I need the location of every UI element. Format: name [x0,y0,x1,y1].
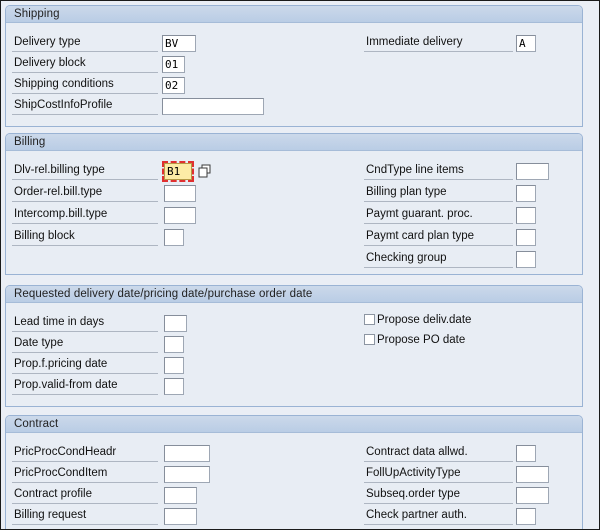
label-dlv-rel-billing-type: Dlv-rel.billing type [12,162,158,180]
label-check-partner-auth: Check partner auth. [364,507,513,525]
label-order-rel-bill-type: Order-rel.bill.type [12,184,158,202]
input-contract-data-allwd[interactable] [516,445,536,462]
field-row-pricprocconditem: PricProcCondItem [12,465,272,484]
label-lead-time-in-days: Lead time in days [12,314,158,332]
input-contract-profile[interactable] [164,487,197,504]
label-billing-request: Billing request [12,507,158,525]
field-row-shipcostinfoprofile: ShipCostInfoProfile [12,97,272,116]
label-subseq-order-type: Subseq.order type [364,486,513,504]
section-shipping-body: Delivery type BV Delivery block 01 Shipp… [6,23,582,125]
section-shipping-title: Shipping [6,6,582,23]
field-row-billing-plan-type: Billing plan type [364,184,559,203]
input-immediate-delivery[interactable]: A [516,35,536,52]
field-row-delivery-block: Delivery block 01 [12,55,262,74]
field-row-cndtype-line-items: CndType line items [364,162,559,181]
label-checking-group: Checking group [364,250,513,268]
input-paymt-guarant-proc[interactable] [516,207,536,224]
label-cndtype-line-items: CndType line items [364,162,513,180]
label-intercomp-bill-type: Intercomp.bill.type [12,206,158,224]
field-row-pricproccondheadr: PricProcCondHeadr [12,444,272,463]
input-intercomp-bill-type[interactable] [164,207,196,224]
label-follupactivitytype: FollUpActivityType [364,465,513,483]
section-shipping: Shipping Delivery type BV Delivery block… [5,5,583,127]
section-billing-body: Dlv-rel.billing type B1 Order-rel.bill.t… [6,151,582,273]
field-row-order-rel-bill-type: Order-rel.bill.type [12,184,272,203]
input-order-rel-bill-type[interactable] [164,185,196,202]
input-subseq-order-type[interactable] [516,487,549,504]
checkbox-row-propose-po-date[interactable]: Propose PO date [364,334,465,352]
label-paymt-guarant-proc: Paymt guarant. proc. [364,206,513,224]
input-checking-group[interactable] [516,251,536,268]
value-help-icon[interactable] [198,164,212,179]
checkbox-row-propose-deliv-date[interactable]: Propose deliv.date [364,314,471,332]
input-shipping-conditions[interactable]: 02 [162,77,185,94]
input-prop-f-pricing-date[interactable] [164,357,184,374]
input-lead-time-in-days[interactable] [164,315,187,332]
input-delivery-block[interactable]: 01 [162,56,185,73]
field-row-paymt-card-plan-type: Paymt card plan type [364,228,559,247]
input-billing-request[interactable] [164,508,197,525]
checkbox-propose-po-date[interactable] [364,334,375,345]
section-requested-delivery-date: Requested delivery date/pricing date/pur… [5,285,583,407]
section-billing-title: Billing [6,134,582,151]
label-delivery-block: Delivery block [12,55,158,73]
field-row-checking-group: Checking group [364,250,559,269]
label-immediate-delivery: Immediate delivery [364,34,513,52]
checkbox-propose-deliv-date[interactable] [364,314,375,325]
section-contract: Contract PricProcCondHeadr PricProcCondI… [5,415,583,530]
input-pricproccondheadr[interactable] [164,445,210,462]
field-row-shipping-conditions: Shipping conditions 02 [12,76,262,95]
field-row-lead-time-in-days: Lead time in days [12,314,272,333]
label-shipping-conditions: Shipping conditions [12,76,158,94]
field-row-subseq-order-type: Subseq.order type [364,486,559,505]
field-row-contract-profile: Contract profile [12,486,272,505]
field-row-prop-f-pricing-date: Prop.f.pricing date [12,356,272,375]
field-row-paymt-guarant-proc: Paymt guarant. proc. [364,206,559,225]
field-row-prop-valid-from-date: Prop.valid-from date [12,377,272,396]
section-contract-title: Contract [6,416,582,433]
label-contract-profile: Contract profile [12,486,158,504]
label-shipcostinfoprofile: ShipCostInfoProfile [12,97,158,115]
input-prop-valid-from-date[interactable] [164,378,184,395]
input-dlv-rel-billing-type[interactable]: B1 [164,163,192,180]
sap-detail-form-screen: Shipping Delivery type BV Delivery block… [0,0,600,530]
input-check-partner-auth[interactable] [516,508,536,525]
field-row-billing-request: Billing request [12,507,272,526]
field-row-date-type: Date type [12,335,272,354]
input-pricproccondite[interactable] [164,466,210,483]
field-row-check-partner-auth: Check partner auth. [364,507,559,526]
section-billing: Billing Dlv-rel.billing type B1 Order-re… [5,133,583,275]
input-paymt-card-plan-type[interactable] [516,229,536,246]
field-row-immediate-delivery: Immediate delivery A [364,34,554,53]
field-row-delivery-type: Delivery type BV [12,34,262,53]
checkbox-label-propose-deliv-date: Propose deliv.date [377,314,471,326]
input-delivery-type[interactable]: BV [162,35,196,52]
section-requested-delivery-date-body: Lead time in days Date type Prop.f.prici… [6,303,582,405]
input-billing-block[interactable] [164,229,184,246]
section-contract-body: PricProcCondHeadr PricProcCondItem Contr… [6,433,582,528]
label-paymt-card-plan-type: Paymt card plan type [364,228,513,246]
field-row-follupactivitytype: FollUpActivityType [364,465,559,484]
input-cndtype-line-items[interactable] [516,163,549,180]
field-row-contract-data-allwd: Contract data allwd. [364,444,559,463]
label-prop-f-pricing-date: Prop.f.pricing date [12,356,158,374]
field-row-intercomp-bill-type: Intercomp.bill.type [12,206,272,225]
label-pricproccondite: PricProcCondItem [12,465,158,483]
label-delivery-type: Delivery type [12,34,158,52]
section-requested-delivery-date-title: Requested delivery date/pricing date/pur… [6,286,582,303]
field-row-dlv-rel-billing-type: Dlv-rel.billing type B1 [12,162,272,181]
label-contract-data-allwd: Contract data allwd. [364,444,513,462]
label-billing-block: Billing block [12,228,158,246]
label-date-type: Date type [12,335,158,353]
field-row-billing-block: Billing block [12,228,272,247]
checkbox-label-propose-po-date: Propose PO date [377,334,465,346]
input-billing-plan-type[interactable] [516,185,536,202]
label-pricproccondheadr: PricProcCondHeadr [12,444,158,462]
input-shipcostinfoprofile[interactable] [162,98,264,115]
input-date-type[interactable] [164,336,184,353]
label-billing-plan-type: Billing plan type [364,184,513,202]
label-prop-valid-from-date: Prop.valid-from date [12,377,158,395]
input-follupactivitytype[interactable] [516,466,549,483]
